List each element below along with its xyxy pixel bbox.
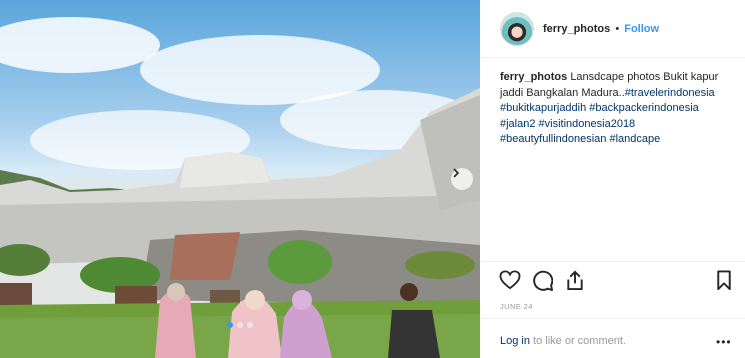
heart-icon <box>499 270 521 290</box>
carousel-dot <box>247 322 253 328</box>
post-header: ferry_photos • Follow <box>481 0 745 58</box>
caption: ferry_photos Lansdcape photos Bukit kapu… <box>500 70 732 148</box>
caption-username[interactable]: ferry_photos <box>500 71 567 83</box>
hashtag-link[interactable]: #backpackerindonesia <box>589 102 698 114</box>
carousel-next-button[interactable] <box>451 168 473 190</box>
action-bar <box>481 261 745 297</box>
save-button[interactable] <box>716 270 732 296</box>
hashtag-link[interactable]: #bukitkapurjaddih <box>500 102 586 114</box>
header-text: ferry_photos • Follow <box>543 23 659 35</box>
like-button[interactable] <box>499 270 521 295</box>
more-options-icon[interactable]: ••• <box>716 335 732 349</box>
landscape-photo <box>0 17 480 358</box>
follow-button[interactable]: Follow <box>624 23 659 35</box>
post-date: JUNE 24 <box>500 302 533 311</box>
chevron-right-icon <box>453 168 460 178</box>
hashtag-link[interactable]: #travelerindonesia <box>625 87 715 99</box>
carousel-dot <box>227 322 233 328</box>
comment-button[interactable] <box>532 270 554 296</box>
carousel-indicator <box>0 322 480 328</box>
comment-icon <box>533 270 554 291</box>
share-icon <box>567 270 583 291</box>
comment-footer: Log in to like or comment. ••• <box>481 318 745 358</box>
login-suffix: to like or comment. <box>529 335 626 347</box>
bookmark-icon <box>717 270 731 291</box>
post-side-panel: ferry_photos • Follow ferry_photos Lansd… <box>481 0 745 358</box>
hashtag-link[interactable]: #landcape <box>609 133 660 145</box>
hashtag-link[interactable]: #jalan2 <box>500 118 535 130</box>
post-photo[interactable] <box>0 0 480 358</box>
login-link[interactable]: Log in <box>500 335 530 347</box>
hashtag-link[interactable]: #visitindonesia2018 <box>539 118 636 130</box>
username-link[interactable]: ferry_photos <box>543 23 610 35</box>
carousel-dot <box>237 322 243 328</box>
avatar[interactable] <box>500 12 534 46</box>
hashtag-link[interactable]: #beautyfullindonesian <box>500 133 606 145</box>
login-prompt: Log in to like or comment. <box>500 335 626 347</box>
separator: • <box>615 23 620 35</box>
share-button[interactable] <box>565 270 585 296</box>
